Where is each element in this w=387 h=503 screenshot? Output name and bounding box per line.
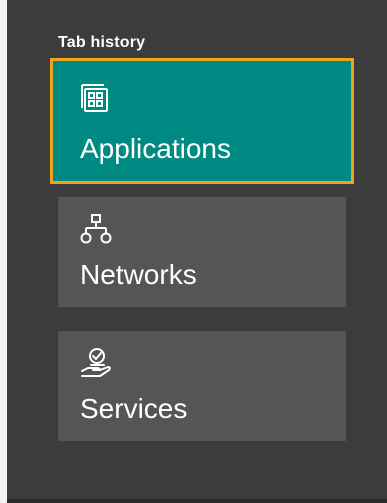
tab-applications-label: Applications	[80, 133, 231, 164]
tab-services-label: Services	[80, 393, 188, 424]
applications-icon	[80, 82, 112, 114]
panel-title: Tab history	[58, 34, 146, 51]
tab-services[interactable]: Services	[58, 331, 346, 441]
services-icon	[80, 347, 112, 379]
tab-networks[interactable]: Networks	[58, 197, 346, 307]
network-icon	[80, 213, 112, 245]
tab-networks-label: Networks	[80, 259, 197, 290]
tab-applications[interactable]: Applications	[50, 58, 354, 184]
panel-bottom-edge	[7, 499, 387, 503]
